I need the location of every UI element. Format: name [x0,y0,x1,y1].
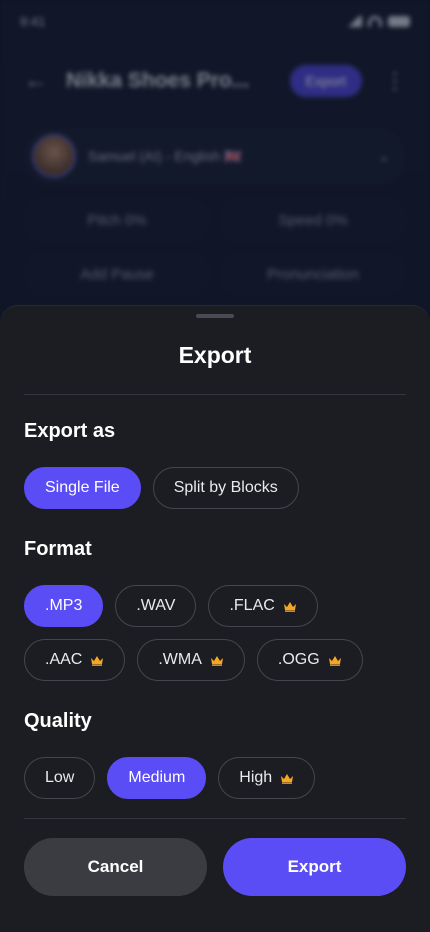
option-chip-label: Split by Blocks [173,479,278,496]
pitch-control[interactable]: Pitch 0% [24,198,210,242]
crown-icon [280,773,294,784]
option-chip-wma[interactable]: .WMA [137,639,245,681]
option-chip-split-by-blocks[interactable]: Split by Blocks [152,467,299,509]
project-title: Nikka Shoes Pro... [66,69,250,92]
crown-icon [90,655,104,666]
option-chip-wav[interactable]: .WAV [115,585,197,627]
option-chip-single-file[interactable]: Single File [24,467,141,509]
voice-selector[interactable]: Samuel (AI) - English 🇬🇧 ⌄ [24,128,406,184]
signal-icon [346,15,362,27]
pronunciation-control[interactable]: Pronunciation [220,252,406,296]
option-chip-high[interactable]: High [218,757,316,799]
sheet-title: Export [178,342,252,368]
cancel-button[interactable]: Cancel [24,838,207,896]
option-chip-label: Single File [45,479,120,496]
option-chip-label: .FLAC [229,597,275,614]
export-as-label: Export as [24,420,116,442]
add-pause-control[interactable]: Add Pause [24,252,210,296]
battery-icon [388,15,410,27]
status-icons [346,15,410,27]
quality-label: Quality [24,710,92,732]
controls-row-1: Pitch 0% Speed 0% [24,198,406,242]
option-chip-label: .MP3 [45,597,83,614]
option-chip-label: Low [45,769,75,786]
format-options-row-2: .AAC .WMA .OGG [24,639,363,681]
export-as-options: Single File Split by Blocks [24,467,299,509]
avatar [32,134,76,178]
arrow-left-icon[interactable]: ← [24,67,54,95]
drag-handle[interactable] [196,314,234,318]
format-label: Format [24,538,92,560]
chevron-down-icon: ⌄ [378,147,390,164]
crown-icon [210,655,224,666]
option-chip-label: .AAC [45,651,83,668]
option-chip-label: Medium [128,769,186,786]
controls-row-2: Add Pause Pronunciation [24,252,406,296]
option-chip-label: .WMA [158,651,202,668]
option-chip-label: High [239,769,273,786]
more-vertical-icon[interactable]: ⋮ [384,68,406,94]
option-chip-aac[interactable]: .AAC [24,639,126,681]
voice-label: Samuel (AI) - English 🇬🇧 [88,147,242,164]
export-sheet: Export Export as Single File Split by Blo… [0,305,430,932]
option-chip-low[interactable]: Low [24,757,96,799]
export-button[interactable]: Export [223,838,406,896]
divider [24,818,406,819]
divider [24,394,406,395]
wifi-icon [368,15,382,27]
quality-options: Low Medium High [24,757,316,799]
export-pill-button[interactable]: Export [289,65,362,97]
crown-icon [283,601,297,612]
top-bar: ← Nikka Shoes Pro... Export ⋮ [24,62,406,100]
option-chip-medium[interactable]: Medium [107,757,207,799]
format-options-row-1: .MP3 .WAV .FLAC [24,585,318,627]
option-chip-ogg[interactable]: .OGG [256,639,363,681]
option-chip-label: .OGG [277,651,320,668]
option-chip-label: .WAV [136,597,176,614]
option-chip-flac[interactable]: .FLAC [208,585,318,627]
status-bar: 9:41 [20,10,410,32]
status-time: 9:41 [20,13,46,29]
speed-control[interactable]: Speed 0% [220,198,406,242]
option-chip-mp3[interactable]: .MP3 [24,585,104,627]
crown-icon [328,655,342,666]
